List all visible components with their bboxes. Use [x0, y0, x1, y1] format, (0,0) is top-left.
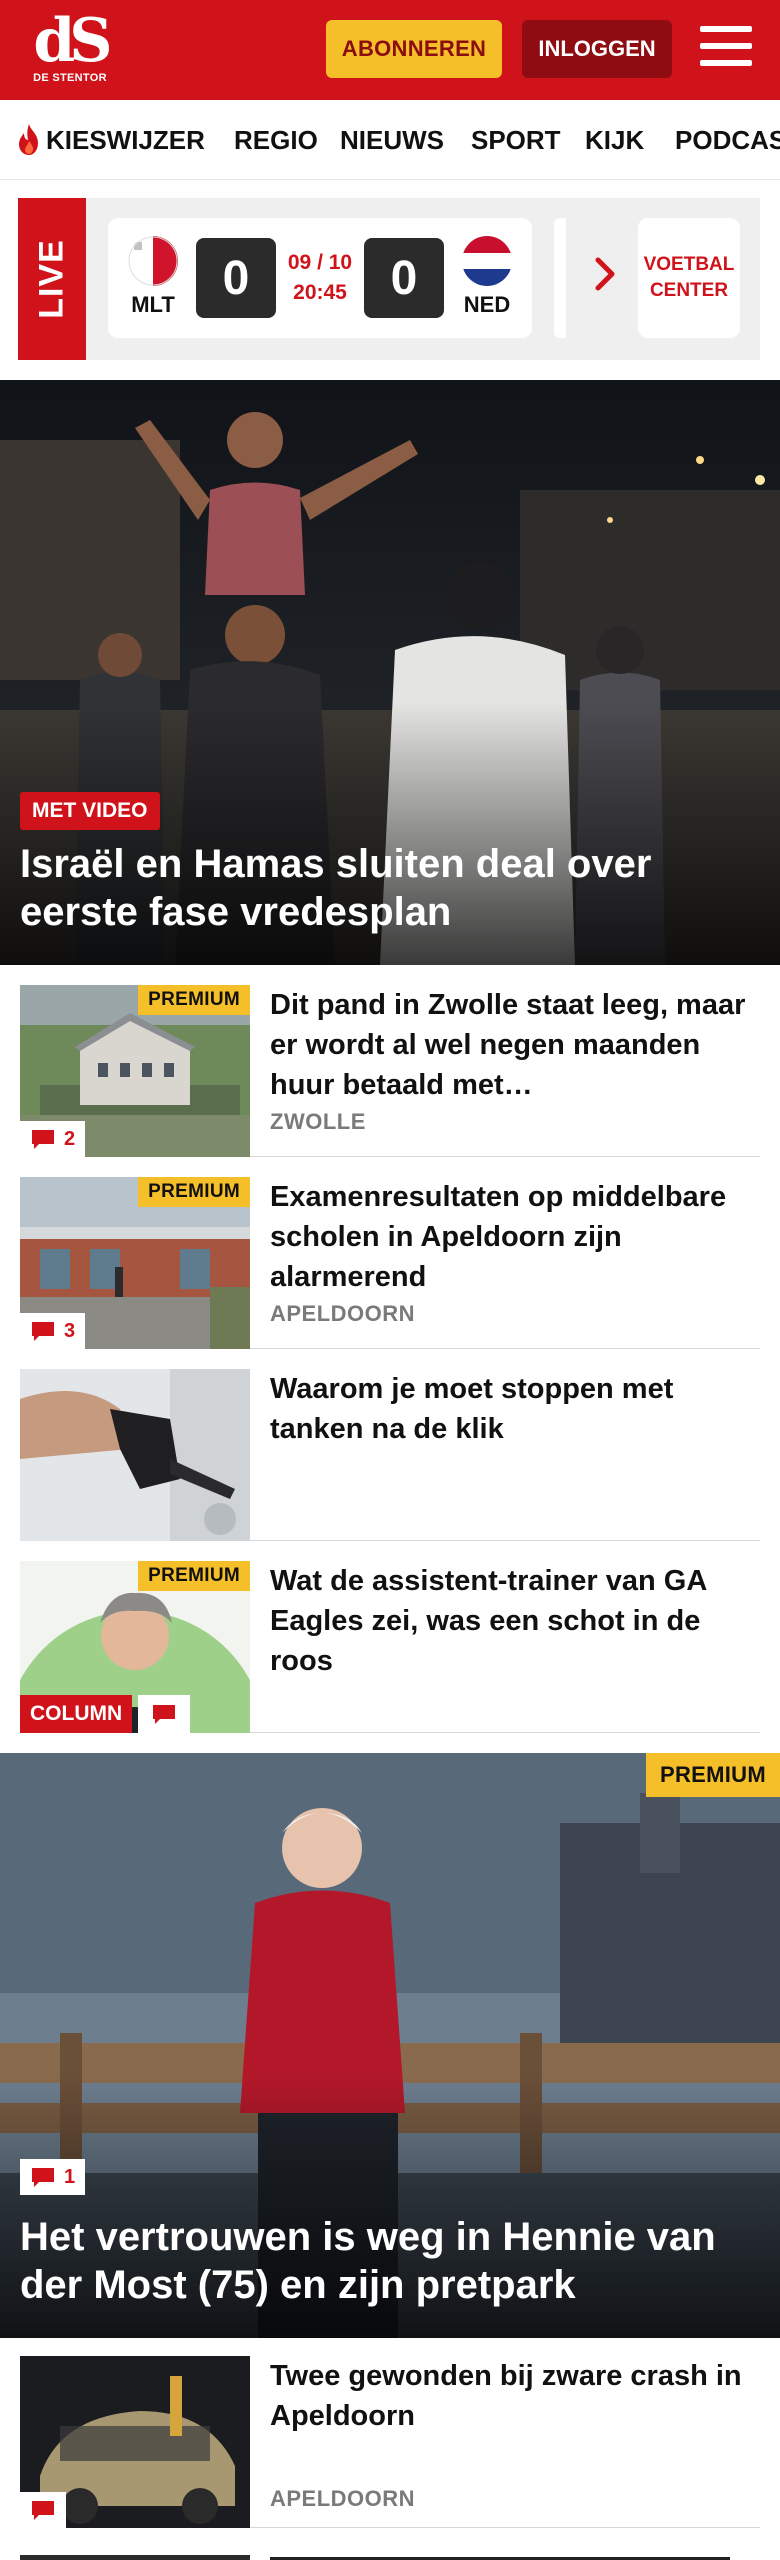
- article-item[interactable]: PREMIUM 2 Dit pand in Zwolle staat leeg,…: [20, 985, 760, 1157]
- comment-icon: [32, 2168, 54, 2187]
- site-logo[interactable]: dS DE STENTOR: [28, 6, 113, 90]
- match-card[interactable]: MLT 0 09 / 10 20:45 0 NED: [108, 218, 532, 338]
- away-score: 0: [364, 238, 444, 318]
- away-team-code: NED: [463, 292, 511, 317]
- login-button[interactable]: INLOGGEN: [522, 20, 672, 78]
- subscribe-button[interactable]: ABONNEREN: [326, 20, 502, 78]
- article-title[interactable]: Examenresultaten op middelbare scholen i…: [270, 1177, 760, 1297]
- comment-count: 1: [64, 2165, 76, 2188]
- comment-count-badge[interactable]: 3: [20, 1313, 86, 1349]
- match-datetime: 09 / 10 20:45: [278, 248, 362, 308]
- nav-item-nieuws[interactable]: NIEUWS: [340, 100, 444, 179]
- comment-icon: [32, 1322, 54, 1341]
- card-edge: [554, 218, 566, 338]
- nav-item-sport[interactable]: SPORT: [471, 100, 561, 179]
- premium-badge: PREMIUM: [138, 1177, 250, 1207]
- video-badge: MET VIDEO: [20, 792, 160, 830]
- match-date: 09 / 10: [287, 251, 353, 274]
- site-header: dS DE STENTOR ABONNEREN INLOGGEN: [0, 0, 780, 100]
- hero-title[interactable]: Israël en Hamas sluiten deal over eerste…: [20, 840, 760, 936]
- comment-count: 2: [64, 1127, 76, 1150]
- comment-icon: [153, 1705, 175, 1724]
- article-thumbnail: PREMIUM COLUMN: [20, 1561, 250, 1733]
- article-location: ZWOLLE: [270, 1109, 366, 1134]
- premium-badge: PREMIUM: [646, 1753, 780, 1797]
- article-location: APELDOORN: [270, 2486, 416, 2511]
- comment-count-badge[interactable]: 2: [20, 1121, 86, 1157]
- logo-mark: dS: [33, 6, 112, 76]
- nav-item-kijk[interactable]: KIJK: [585, 100, 644, 179]
- article-title[interactable]: Twee gewonden bij zware crash in Apeldoo…: [270, 2356, 760, 2436]
- live-score-widget: LIVE MLT 0 09 / 10 20:45 0 NED VOETBAL C…: [18, 198, 760, 360]
- flame-icon: [19, 124, 38, 155]
- article-item[interactable]: PREMIUM COLUMN Wat de assistent-trainer …: [20, 1561, 760, 1733]
- comment-badge[interactable]: [20, 2492, 66, 2528]
- logo-text: DE STENTOR: [33, 72, 107, 84]
- premium-badge: PREMIUM: [138, 985, 250, 1015]
- next-article-peek: [20, 2550, 760, 2560]
- home-team-code: MLT: [131, 292, 175, 317]
- hamburger-menu-icon[interactable]: [700, 26, 752, 72]
- article-item[interactable]: Waarom je moet stoppen met tanken na de …: [20, 1369, 760, 1541]
- article-thumbnail: PREMIUM 2: [20, 985, 250, 1157]
- nav-label: KIESWIJZER: [46, 124, 205, 155]
- comment-icon: [32, 2501, 54, 2520]
- article-title[interactable]: Dit pand in Zwolle staat leeg, maar er w…: [270, 985, 760, 1105]
- feature-article[interactable]: PREMIUM 1 Het vertrouwen is weg in Henni…: [0, 1753, 780, 2338]
- hero-article[interactable]: MET VIDEO Israël en Hamas sluiten deal o…: [0, 380, 780, 965]
- article-location: APELDOORN: [270, 1301, 416, 1326]
- home-score: 0: [196, 238, 276, 318]
- column-badge: COLUMN: [20, 1695, 133, 1733]
- netherlands-flag-icon: [462, 236, 512, 286]
- live-label: LIVE: [18, 198, 86, 360]
- nav-item-podcast[interactable]: PODCAS: [675, 100, 780, 179]
- article-title[interactable]: Waarom je moet stoppen met tanken na de …: [270, 1369, 760, 1449]
- chevron-right-icon[interactable]: [590, 254, 620, 294]
- article-item[interactable]: Twee gewonden bij zware crash in Apeldoo…: [20, 2356, 760, 2528]
- section-nav: KIESWIJZER REGIO NIEUWS SPORT KIJK PODCA…: [0, 100, 780, 180]
- comment-badge[interactable]: [138, 1695, 190, 1733]
- nav-item-kieswijzer[interactable]: KIESWIJZER: [16, 100, 205, 179]
- comment-count: 3: [64, 1319, 76, 1342]
- article-thumbnail: PREMIUM 3: [20, 1177, 250, 1349]
- nav-item-regio[interactable]: REGIO: [234, 100, 318, 179]
- comment-icon: [32, 1130, 54, 1149]
- feature-title[interactable]: Het vertrouwen is weg in Hennie van der …: [20, 2213, 760, 2309]
- article-title[interactable]: Wat de assistent-trainer van GA Eagles z…: [270, 1561, 760, 1681]
- comment-count-badge[interactable]: 1: [20, 2159, 86, 2195]
- article-thumbnail: [20, 1369, 250, 1541]
- premium-badge: PREMIUM: [138, 1561, 250, 1591]
- article-thumbnail: [20, 2356, 250, 2528]
- malta-flag-icon: [128, 236, 178, 286]
- voetbal-center-link[interactable]: VOETBAL CENTER: [638, 218, 740, 338]
- article-item[interactable]: PREMIUM 3 Examenresultaten op middelbare…: [20, 1177, 760, 1349]
- match-time: 20:45: [293, 281, 347, 304]
